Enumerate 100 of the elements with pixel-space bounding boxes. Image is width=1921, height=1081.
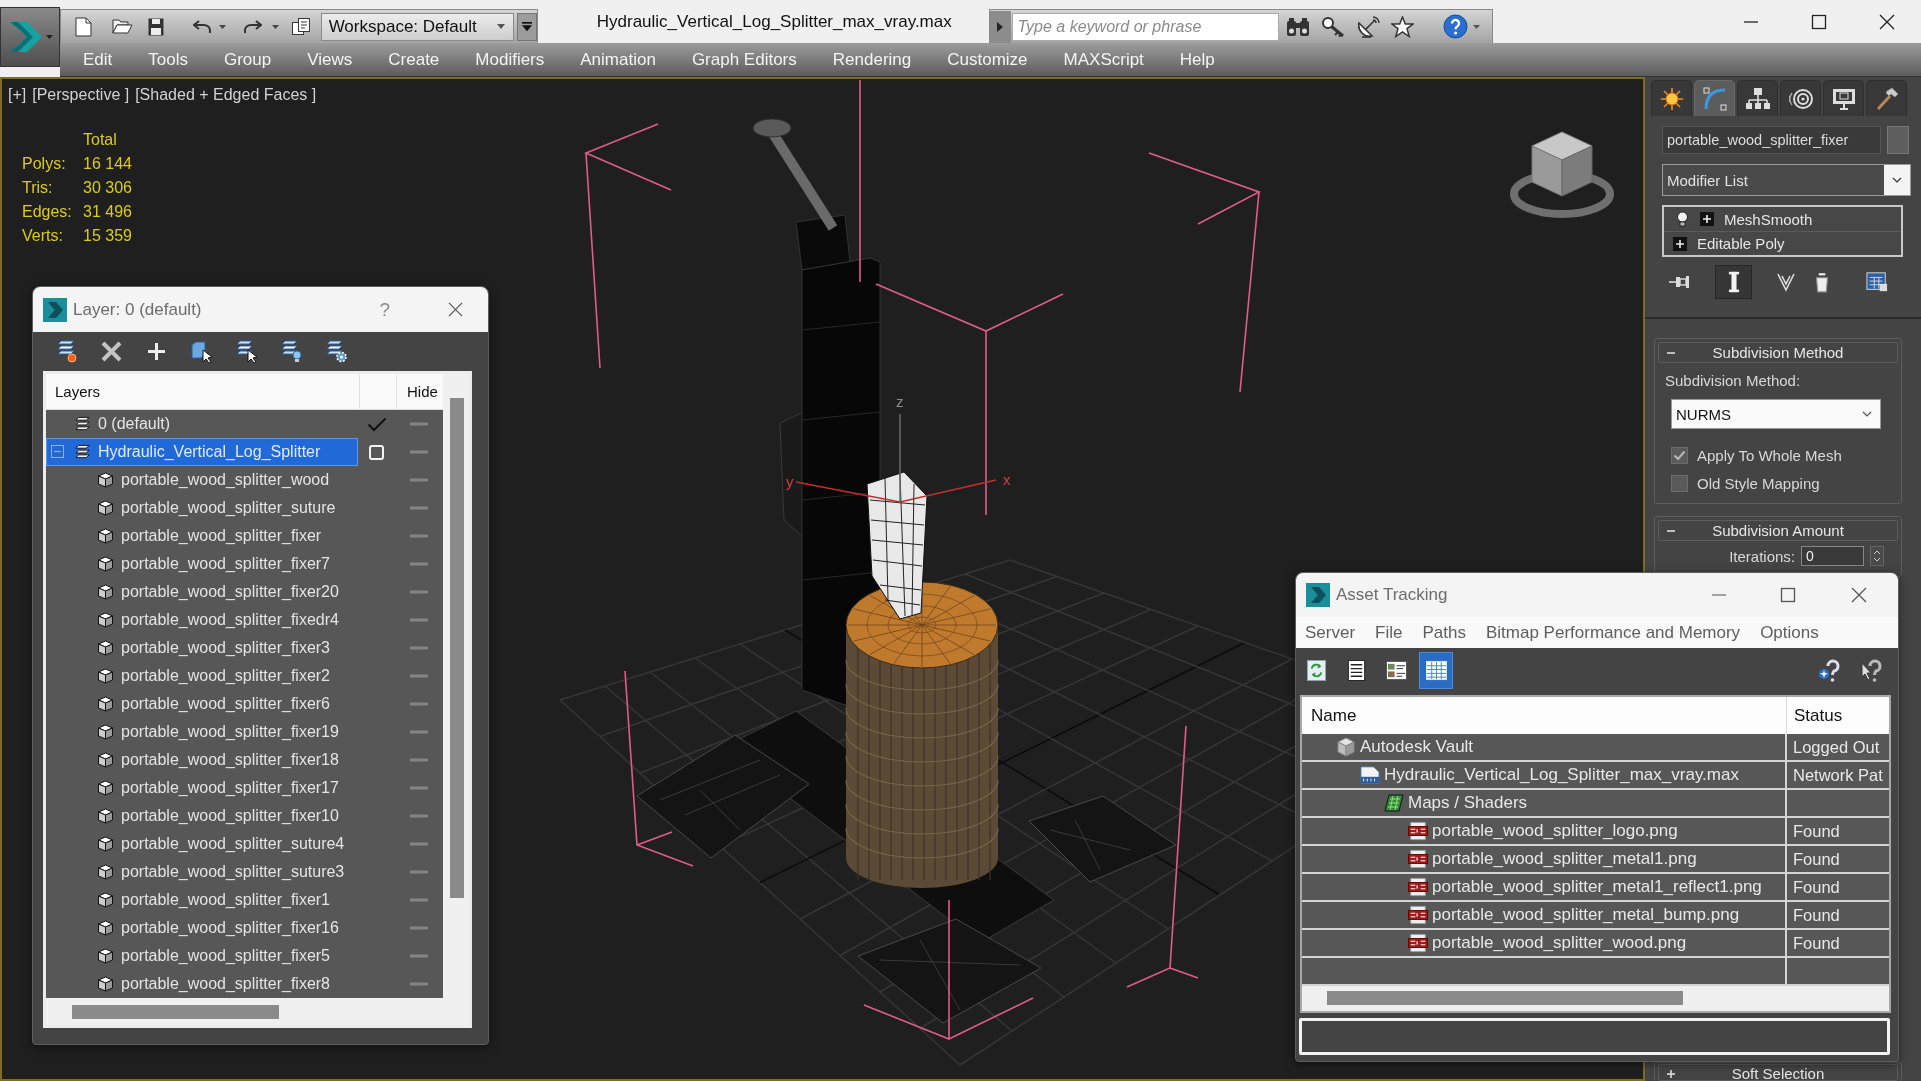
- menu-item[interactable]: Tools: [130, 44, 206, 75]
- toolbar-options-button[interactable]: [517, 12, 537, 41]
- menu-item[interactable]: Rendering: [814, 44, 930, 75]
- layer-list-item[interactable]: Hydraulic_Vertical_Log_Splitter: [46, 438, 358, 466]
- layer-stack-star-icon[interactable]: [55, 340, 78, 363]
- layer-list-item[interactable]: portable_wood_splitter_fixer6: [46, 690, 358, 718]
- binoculars-icon[interactable]: [1285, 16, 1310, 37]
- column-header[interactable]: Status: [1794, 706, 1843, 725]
- scrollbar-thumb[interactable]: [450, 398, 464, 898]
- close-icon[interactable]: [1851, 587, 1867, 603]
- menu-item[interactable]: Options: [1760, 622, 1819, 643]
- layer-stack-bulb-icon[interactable]: [280, 340, 303, 363]
- transform-gizmo[interactable]: [795, 413, 997, 503]
- layer-list-item[interactable]: portable_wood_splitter_fixer8: [46, 970, 358, 998]
- menu-item[interactable]: Modifiers: [457, 44, 563, 75]
- search-field[interactable]: Type a keyword or phrase: [1011, 12, 1279, 41]
- menu-item[interactable]: Graph Editors: [673, 44, 815, 75]
- layer-list-item[interactable]: portable_wood_splitter_fixer18: [46, 746, 358, 774]
- layer-list-item[interactable]: portable_wood_splitter_fixer: [46, 522, 358, 550]
- layer-list-item[interactable]: portable_wood_splitter_fixer19: [46, 718, 358, 746]
- spinner-arrows-icon[interactable]: [1870, 546, 1884, 566]
- layer-list-item[interactable]: portable_wood_splitter_fixer5: [46, 942, 358, 970]
- maximize-icon[interactable]: [1780, 587, 1796, 603]
- layer-list-item[interactable]: portable_wood_splitter_fixer20: [46, 578, 358, 606]
- menu-item[interactable]: Customize: [929, 44, 1046, 75]
- caret-icon[interactable]: [218, 24, 226, 29]
- checkbox[interactable]: Old Style Mapping: [1671, 472, 1820, 494]
- help-cursor-icon[interactable]: [1860, 658, 1884, 683]
- rollout-header[interactable]: Subdivision Method: [1658, 342, 1898, 363]
- viewport-menu-label[interactable]: [Perspective ]: [32, 85, 130, 105]
- column-header[interactable]: Layers: [46, 374, 359, 409]
- layer-list-item[interactable]: portable_wood_splitter_suture4: [46, 830, 358, 858]
- view-cube-icon[interactable]: [1510, 131, 1614, 218]
- maximize-icon[interactable]: [1811, 13, 1827, 30]
- checkmark-icon[interactable]: [366, 416, 387, 432]
- menu-item[interactable]: Views: [289, 44, 371, 75]
- menu-item[interactable]: MAXScript: [1045, 44, 1162, 75]
- command-panel-tab[interactable]: [1780, 80, 1821, 116]
- command-panel-tab[interactable]: [1737, 80, 1778, 116]
- layer-list-item[interactable]: portable_wood_splitter_fixer2: [46, 662, 358, 690]
- scrollbar-thumb[interactable]: [1327, 991, 1683, 1005]
- layer-list-item[interactable]: portable_wood_splitter_fixer17: [46, 774, 358, 802]
- help-star-icon[interactable]: [1818, 658, 1842, 683]
- viewport-menu-label[interactable]: [+]: [8, 85, 27, 105]
- expand-icon[interactable]: [1673, 236, 1687, 251]
- menu-item[interactable]: Group: [206, 44, 290, 75]
- menu-item[interactable]: Help: [1161, 44, 1233, 75]
- caret-icon[interactable]: [1472, 24, 1480, 29]
- column-header[interactable]: Name: [1311, 706, 1357, 725]
- command-panel-tab[interactable]: [1823, 80, 1864, 116]
- rollout-header[interactable]: Subdivision Amount: [1658, 520, 1898, 541]
- layer-list-item[interactable]: portable_wood_splitter_suture: [46, 494, 358, 522]
- modifier-list-dropdown[interactable]: Modifier List: [1662, 164, 1911, 196]
- layer-list-item[interactable]: portable_wood_splitter_fixer3: [46, 634, 358, 662]
- lightbulb-icon[interactable]: [1676, 211, 1689, 227]
- layer-list-item[interactable]: portable_wood_splitter_wood: [46, 466, 358, 494]
- menu-item[interactable]: Server: [1305, 622, 1356, 643]
- layer-list-item[interactable]: 0 (default): [46, 410, 358, 438]
- caret-icon[interactable]: [271, 24, 279, 29]
- menu-item[interactable]: Edit: [65, 44, 131, 75]
- command-panel-tab[interactable]: [1651, 80, 1692, 116]
- delete-icon[interactable]: [100, 340, 123, 363]
- expand-icon[interactable]: [1700, 212, 1714, 226]
- redo-icon[interactable]: [243, 19, 262, 34]
- layer-stack-gear-icon[interactable]: [325, 340, 348, 363]
- rollout-header[interactable]: Soft Selection: [1658, 1064, 1898, 1081]
- layer-list-item[interactable]: portable_wood_splitter_fixer1: [46, 886, 358, 914]
- scrollbar-thumb[interactable]: [72, 1005, 279, 1019]
- color-swatch-icon[interactable]: [1887, 126, 1909, 154]
- key-icon[interactable]: [1320, 15, 1345, 38]
- menu-item[interactable]: Paths: [1422, 622, 1466, 643]
- plus-icon[interactable]: [145, 340, 168, 363]
- help-icon[interactable]: [1442, 14, 1468, 39]
- layer-list-item[interactable]: portable_wood_splitter_fixer10: [46, 802, 358, 830]
- satellite-dish-icon[interactable]: [1356, 15, 1380, 38]
- menu-item[interactable]: Animation: [562, 44, 674, 75]
- workspace-dropdown[interactable]: Workspace: Default: [320, 12, 515, 41]
- spinner-field[interactable]: 0: [1801, 546, 1864, 566]
- save-icon[interactable]: [147, 17, 164, 36]
- empty-box-icon[interactable]: [369, 444, 384, 460]
- close-icon[interactable]: [1879, 13, 1895, 30]
- project-folder-icon[interactable]: [291, 17, 311, 36]
- layer-stack-cursor-icon[interactable]: [235, 340, 258, 363]
- menu-item[interactable]: File: [1375, 622, 1403, 643]
- object-name-field[interactable]: portable_wood_splitter_fixer: [1662, 126, 1881, 154]
- close-icon[interactable]: [448, 302, 463, 317]
- layer-list-item[interactable]: portable_wood_splitter_suture3: [46, 858, 358, 886]
- help-button[interactable]: ?: [379, 298, 390, 321]
- checkbox[interactable]: Apply To Whole Mesh: [1671, 444, 1842, 466]
- layer-list-item[interactable]: portable_wood_splitter_fixer7: [46, 550, 358, 578]
- cube-cursor-icon[interactable]: [190, 340, 213, 363]
- application-menu-button[interactable]: [0, 7, 60, 67]
- layer-list-item[interactable]: portable_wood_splitter_fixer16: [46, 914, 358, 942]
- modifier-stack-item[interactable]: MeshSmooth: [1664, 207, 1901, 231]
- stack-tool-button[interactable]: [1715, 265, 1752, 299]
- undo-icon[interactable]: [192, 19, 211, 34]
- log-splitter-drawing[interactable]: [583, 79, 1261, 1041]
- modifier-stack-item[interactable]: Editable Poly: [1664, 231, 1901, 255]
- viewport-menu-label[interactable]: [Shaded + Edged Faces ]: [135, 85, 317, 105]
- command-panel-tab[interactable]: [1866, 80, 1907, 116]
